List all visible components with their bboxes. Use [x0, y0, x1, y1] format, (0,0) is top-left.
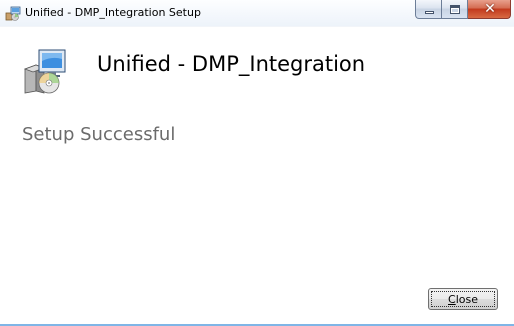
product-title: Unified - DMP_Integration: [97, 52, 366, 76]
window-title: Unified - DMP_Integration Setup: [25, 6, 201, 19]
caption-buttons: ✕: [415, 0, 511, 19]
setup-window: Unified - DMP_Integration Setup ✕ Unifie…: [0, 0, 514, 326]
maximize-button[interactable]: [442, 0, 468, 19]
title-bar[interactable]: Unified - DMP_Integration Setup ✕: [0, 0, 514, 27]
maximize-icon: [450, 5, 460, 14]
minimize-button[interactable]: [415, 0, 442, 19]
close-icon: ✕: [484, 1, 496, 17]
setup-status: Setup Successful: [22, 124, 176, 145]
close-button-accel: C: [448, 292, 456, 306]
close-button[interactable]: Close: [428, 288, 498, 310]
installer-package-icon: [22, 47, 70, 95]
close-button-label: lose: [455, 292, 478, 306]
installer-app-icon[interactable]: [5, 5, 21, 21]
window-close-button[interactable]: ✕: [468, 0, 511, 19]
close-button-focus: Close: [431, 291, 495, 307]
minimize-icon: [425, 11, 434, 14]
